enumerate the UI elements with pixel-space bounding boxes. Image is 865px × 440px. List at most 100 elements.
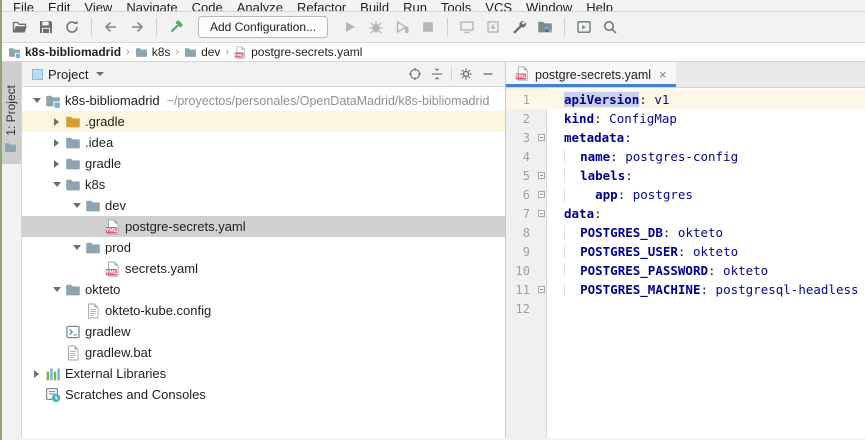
tree-expand-arrow[interactable] (30, 370, 43, 378)
menu-run[interactable]: Run (396, 0, 434, 12)
menu-view[interactable]: View (77, 0, 119, 12)
project-tab-label: 1: Project (4, 85, 18, 136)
save-all-icon[interactable] (34, 15, 58, 39)
chevron-down-icon (96, 72, 104, 76)
fold-marker-icon[interactable] (538, 286, 545, 293)
tree-item-okteto-kube.config[interactable]: okteto-kube.config (22, 300, 505, 321)
tree-item-k8s[interactable]: k8s (22, 174, 505, 195)
add-configuration-button[interactable]: Add Configuration... (198, 16, 328, 38)
project-icon (45, 93, 61, 109)
code-line-10[interactable]: 10 POSTGRES_PASSWORD: okteto (506, 261, 865, 280)
fold-marker-icon[interactable] (538, 172, 545, 179)
open-icon[interactable] (8, 15, 32, 39)
breadcrumb-item-postgre-secrets.yaml[interactable]: YMLpostgre-secrets.yaml (234, 45, 362, 59)
menu-file[interactable]: File (6, 0, 41, 12)
gear-icon[interactable] (455, 64, 477, 84)
settings-wrench-icon[interactable] (507, 15, 531, 39)
breadcrumb-separator: › (121, 46, 135, 58)
run-icon (338, 15, 362, 39)
code-line-8[interactable]: 8 POSTGRES_DB: okteto (506, 223, 865, 242)
folder-icon (85, 198, 101, 214)
tree-expand-arrow[interactable] (50, 160, 63, 168)
editor-tab-postgre-secrets[interactable]: YML postgre-secrets.yaml × (506, 62, 676, 87)
back-icon[interactable] (99, 15, 123, 39)
menu-analyze[interactable]: Analyze (230, 0, 290, 12)
menu-tools[interactable]: Tools (434, 0, 478, 12)
tree-item-prod[interactable]: prod (22, 237, 505, 258)
tree-item-dev[interactable]: dev (22, 195, 505, 216)
tree-expand-arrow[interactable] (30, 98, 43, 103)
code-line-2[interactable]: 2kind: ConfigMap (506, 109, 865, 128)
breadcrumb-separator: › (170, 46, 184, 58)
breadcrumb-item-k8s-bibliomadrid[interactable]: k8s-bibliomadrid (8, 45, 121, 59)
svg-text:YML: YML (515, 74, 526, 80)
code-line-4[interactable]: 4 name: postgres-config (506, 147, 865, 166)
tree-expand-arrow[interactable] (70, 245, 83, 250)
code-line-7[interactable]: 7data: (506, 204, 865, 223)
main-toolbar: Add Configuration... (0, 12, 865, 43)
tree-expand-arrow[interactable] (50, 118, 63, 126)
tree-item-postgre-secrets.yaml[interactable]: YMLpostgre-secrets.yaml (22, 216, 505, 237)
code-line-1[interactable]: 1apiVersion: v1 (506, 90, 865, 109)
folder-icon (85, 240, 101, 256)
project-structure-icon[interactable] (533, 15, 557, 39)
line-number: 6 (506, 188, 536, 202)
breadcrumb-item-dev[interactable]: dev (184, 45, 220, 59)
libraries-icon (45, 366, 61, 382)
tree-item-k8s-bibliomadrid[interactable]: k8s-bibliomadrid~/proyectos/personales/O… (22, 90, 505, 111)
textfile-icon (65, 345, 81, 361)
code-line-5[interactable]: 5 labels: (506, 166, 865, 185)
code-line-12[interactable]: 12 (506, 299, 865, 318)
tree-item-scratches-and-consoles[interactable]: Scratches and Consoles (22, 384, 505, 405)
code-line-11[interactable]: 11 POSTGRES_MACHINE: postgresql-headless (506, 280, 865, 299)
fold-marker-icon[interactable] (538, 191, 545, 198)
code-line-6[interactable]: 6 app: postgres (506, 185, 865, 204)
code-line-9[interactable]: 9 POSTGRES_USER: okteto (506, 242, 865, 261)
menu-code[interactable]: Code (185, 0, 230, 12)
folder-icon (65, 177, 81, 193)
hide-panel-icon[interactable] (477, 64, 499, 84)
collapse-all-icon[interactable] (426, 64, 448, 84)
close-icon[interactable]: × (659, 68, 667, 81)
fold-marker-icon[interactable] (538, 210, 545, 217)
menu-build[interactable]: Build (353, 0, 396, 12)
forward-icon[interactable] (125, 15, 149, 39)
tool-window-tab-project[interactable]: 1: Project (0, 62, 21, 164)
menu-edit[interactable]: Edit (41, 0, 77, 12)
folder-icon (65, 282, 81, 298)
code-line-3[interactable]: 3metadata: (506, 128, 865, 147)
build-project-icon[interactable] (164, 15, 188, 39)
tree-expand-arrow[interactable] (50, 139, 63, 147)
tree-item-gradlew.bat[interactable]: gradlew.bat (22, 342, 505, 363)
breadcrumb-item-k8s[interactable]: k8s (135, 45, 171, 59)
tree-expand-arrow[interactable] (50, 287, 63, 292)
tree-item-gradle[interactable]: gradle (22, 153, 505, 174)
tree-item-external-libraries[interactable]: External Libraries (22, 363, 505, 384)
menu-bar: FileEditViewNavigateCodeAnalyzeRefactorB… (0, 0, 865, 12)
menu-refactor[interactable]: Refactor (290, 0, 353, 12)
fold-marker-icon[interactable] (538, 134, 545, 141)
tree-item-.idea[interactable]: .idea (22, 132, 505, 153)
search-everywhere-icon[interactable] (598, 15, 622, 39)
tree-item-secrets.yaml[interactable]: YMLsecrets.yaml (22, 258, 505, 279)
run-anything-icon[interactable] (572, 15, 596, 39)
tree-expand-arrow[interactable] (70, 203, 83, 208)
menu-help[interactable]: Help (579, 0, 620, 12)
editor-tab-label: postgre-secrets.yaml (535, 68, 651, 82)
code-editor[interactable]: 1apiVersion: v12kind: ConfigMap3metadata… (506, 88, 865, 438)
tree-item-okteto[interactable]: okteto (22, 279, 505, 300)
menu-navigate[interactable]: Navigate (119, 0, 184, 12)
synchronize-icon[interactable] (60, 15, 84, 39)
project-path: ~/proyectos/personales/OpenDataMadrid/k8… (167, 94, 490, 108)
project-view-combo[interactable]: Project (32, 67, 104, 82)
tree-item-gradlew[interactable]: gradlew (22, 321, 505, 342)
locate-file-icon[interactable] (404, 64, 426, 84)
menu-vcs[interactable]: VCS (478, 0, 519, 12)
left-tool-stripe: 1: Project (0, 62, 22, 438)
project-tree: k8s-bibliomadrid~/proyectos/personales/O… (22, 87, 505, 438)
tree-item-.gradle[interactable]: .gradle (22, 111, 505, 132)
tree-expand-arrow[interactable] (50, 182, 63, 187)
line-number: 9 (506, 245, 536, 259)
menu-window[interactable]: Window (519, 0, 579, 12)
main-area: 1: Project Project k8s-bibliomadrid~/pro… (0, 62, 865, 438)
